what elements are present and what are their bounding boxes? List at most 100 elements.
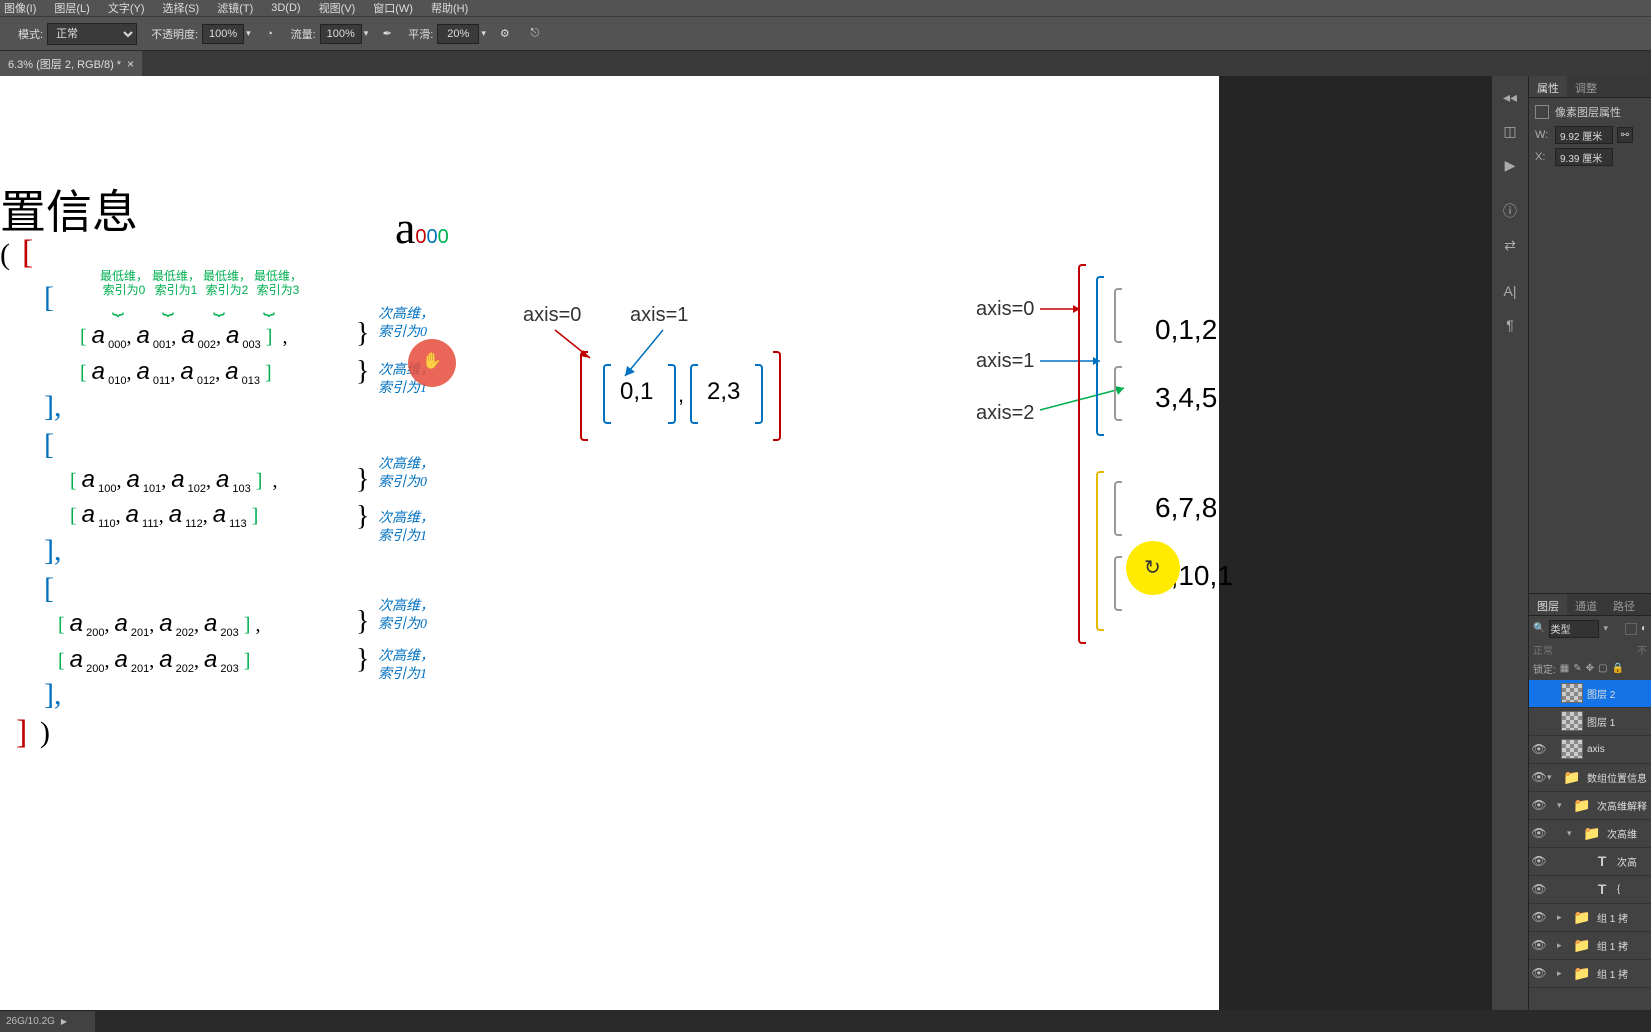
bracket3d-inner [1114,288,1122,343]
menu-help[interactable]: 帮助(H) [431,0,468,16]
menu-image[interactable]: 图像(I) [4,0,36,16]
x-input[interactable] [1555,148,1613,166]
lock-position-icon[interactable]: ✥ [1586,663,1594,674]
tab-close-icon[interactable]: × [127,57,134,71]
tab-adjustments[interactable]: 调整 [1567,76,1605,97]
visibility-eye-icon[interactable]: 👁 [1531,798,1547,812]
visibility-eye-icon[interactable]: 👁 [1531,854,1547,868]
canvas-area[interactable]: 置信息 a000 ( [ 最低维， 索引为0 最低维， 索引为1 最低维， 索引… [0,76,1491,1010]
lock-all-icon[interactable]: 🔒 [1611,663,1623,674]
layer-name: 图层 1 [1587,714,1615,729]
secondary-label: 次高维， 索引为0 [378,598,434,634]
layer-row[interactable]: 👁▾📁次高维 [1529,820,1651,848]
tab-channels[interactable]: 通道 [1567,594,1605,615]
x-label: X: [1535,151,1555,163]
lock-transparency-icon[interactable]: ▦ [1560,663,1569,674]
layer-row[interactable]: 👁▸📁组 1 拷 [1529,960,1651,988]
opacity-input[interactable] [202,24,244,44]
bracket3d-outer [1078,264,1086,644]
axis3d-0-label: axis=0 [976,298,1034,321]
brace-icon: ⏟ [213,294,225,317]
character-icon[interactable]: A| [1497,278,1523,304]
symmetry-icon[interactable]: ⎋ [526,25,544,43]
layer-row[interactable]: 👁T{ [1529,876,1651,904]
play-icon[interactable]: ▶ [1497,152,1523,178]
comma: , [678,382,684,408]
opacity-chev-icon[interactable]: ▾ [246,28,251,39]
menu-view[interactable]: 视图(V) [319,0,356,16]
a-notation: a000 [395,201,449,254]
collapse-icon[interactable]: ◂◂ [1497,84,1523,110]
smoothing-input[interactable] [437,24,479,44]
filter-adj-icon[interactable]: ◐ [1641,623,1647,634]
menu-filter[interactable]: 滤镜(T) [217,0,253,16]
blend-mode-select[interactable]: 正常 [1533,642,1553,657]
flow-chev-icon[interactable]: ▾ [364,28,369,39]
gear-icon[interactable]: ⚙ [496,25,514,43]
layer-row[interactable]: 👁▾📁次高维解释 [1529,792,1651,820]
histogram-icon[interactable]: ◫ [1497,118,1523,144]
status-chevron-icon[interactable]: ▶ [61,1017,67,1026]
bracket3d-inner [1114,481,1122,536]
adjust-icon[interactable]: ⇄ [1497,232,1523,258]
visibility-eye-icon[interactable]: 👁 [1531,910,1547,924]
arrow-icon [1040,386,1140,416]
blue-close-bracket: ], [44,534,62,568]
layer-thumbnail [1561,739,1583,759]
visibility-eye-icon[interactable]: 👁 [1531,770,1547,784]
tab-title: 6.3% (图层 2, RGB/8) * [8,56,121,72]
paragraph-icon[interactable]: ¶ [1497,312,1523,338]
visibility-eye-icon[interactable]: 👁 [1531,938,1547,952]
panel-header: 像素图层属性 [1555,104,1621,120]
info-icon[interactable]: ⓘ [1497,198,1523,224]
layer-row[interactable]: 👁▸📁组 1 拷 [1529,904,1651,932]
caret-icon[interactable]: ▾ [1547,772,1557,783]
caret-icon[interactable]: ▸ [1557,912,1567,923]
visibility-eye-icon[interactable]: 👁 [1531,742,1547,756]
layer-row[interactable]: 👁▾📁数组位置信息 [1529,764,1651,792]
layer-row[interactable]: 👁 T 次高 [1529,848,1651,876]
brace-icon: ⏟ [263,294,275,317]
caret-icon[interactable]: ▸ [1557,940,1567,951]
menu-select[interactable]: 选择(S) [163,0,200,16]
smoothing-chev-icon[interactable]: ▾ [481,28,486,39]
outer-bracket-left [580,351,588,441]
status-bar: 26G/10.2G ▶ [0,1010,95,1032]
airbrush-icon[interactable]: ✒ [378,25,396,43]
caret-icon[interactable]: ▸ [1557,968,1567,979]
caret-icon[interactable]: ▾ [1557,800,1567,811]
tab-properties[interactable]: 属性 [1529,76,1567,97]
pressure-opacity-icon[interactable]: ◔ [261,25,279,43]
menu-layer[interactable]: 图层(L) [54,0,89,16]
layer-name: 组 1 拷 [1597,966,1628,981]
visibility-eye-icon[interactable]: 👁 [1531,882,1547,896]
tab-layers[interactable]: 图层 [1529,594,1567,615]
filter-image-icon[interactable] [1625,623,1637,635]
lock-pixel-icon[interactable]: ✎ [1573,663,1581,674]
filter-kind-select[interactable] [1549,620,1599,638]
layer-row[interactable]: 👁axis [1529,736,1651,764]
visibility-eye-icon[interactable]: 👁 [1531,826,1547,840]
tab-paths[interactable]: 路径 [1605,594,1643,615]
menu-window[interactable]: 窗口(W) [373,0,413,16]
visibility-eye-icon[interactable]: 👁 [1531,966,1547,980]
chevron-down-icon[interactable]: ▾ [1603,623,1608,634]
link-icon[interactable]: ⚯ [1617,127,1633,143]
caret-icon[interactable]: ▾ [1567,828,1577,839]
text-layer-icon: T [1591,851,1613,871]
menu-3d[interactable]: 3D(D) [271,2,300,14]
document-tab[interactable]: 6.3% (图层 2, RGB/8) * × [0,51,142,76]
mode-label: 模式: [18,26,43,42]
w-input[interactable] [1555,126,1613,144]
top-label-1: 最低维， 索引为1 [152,269,200,297]
secondary-label: 次高维， 索引为1 [378,648,434,684]
layer-row[interactable]: 图层 2 [1529,680,1651,708]
layer-row[interactable]: 👁▸📁组 1 拷 [1529,932,1651,960]
search-icon[interactable]: 🔍 [1533,623,1545,634]
layer-row[interactable]: 图层 1 [1529,708,1651,736]
lock-artboard-icon[interactable]: ▢ [1598,663,1607,674]
flow-input[interactable] [320,24,362,44]
menu-text[interactable]: 文字(Y) [108,0,145,16]
mode-select[interactable]: 正常 [47,23,137,45]
layer-name: 次高 [1617,854,1637,869]
